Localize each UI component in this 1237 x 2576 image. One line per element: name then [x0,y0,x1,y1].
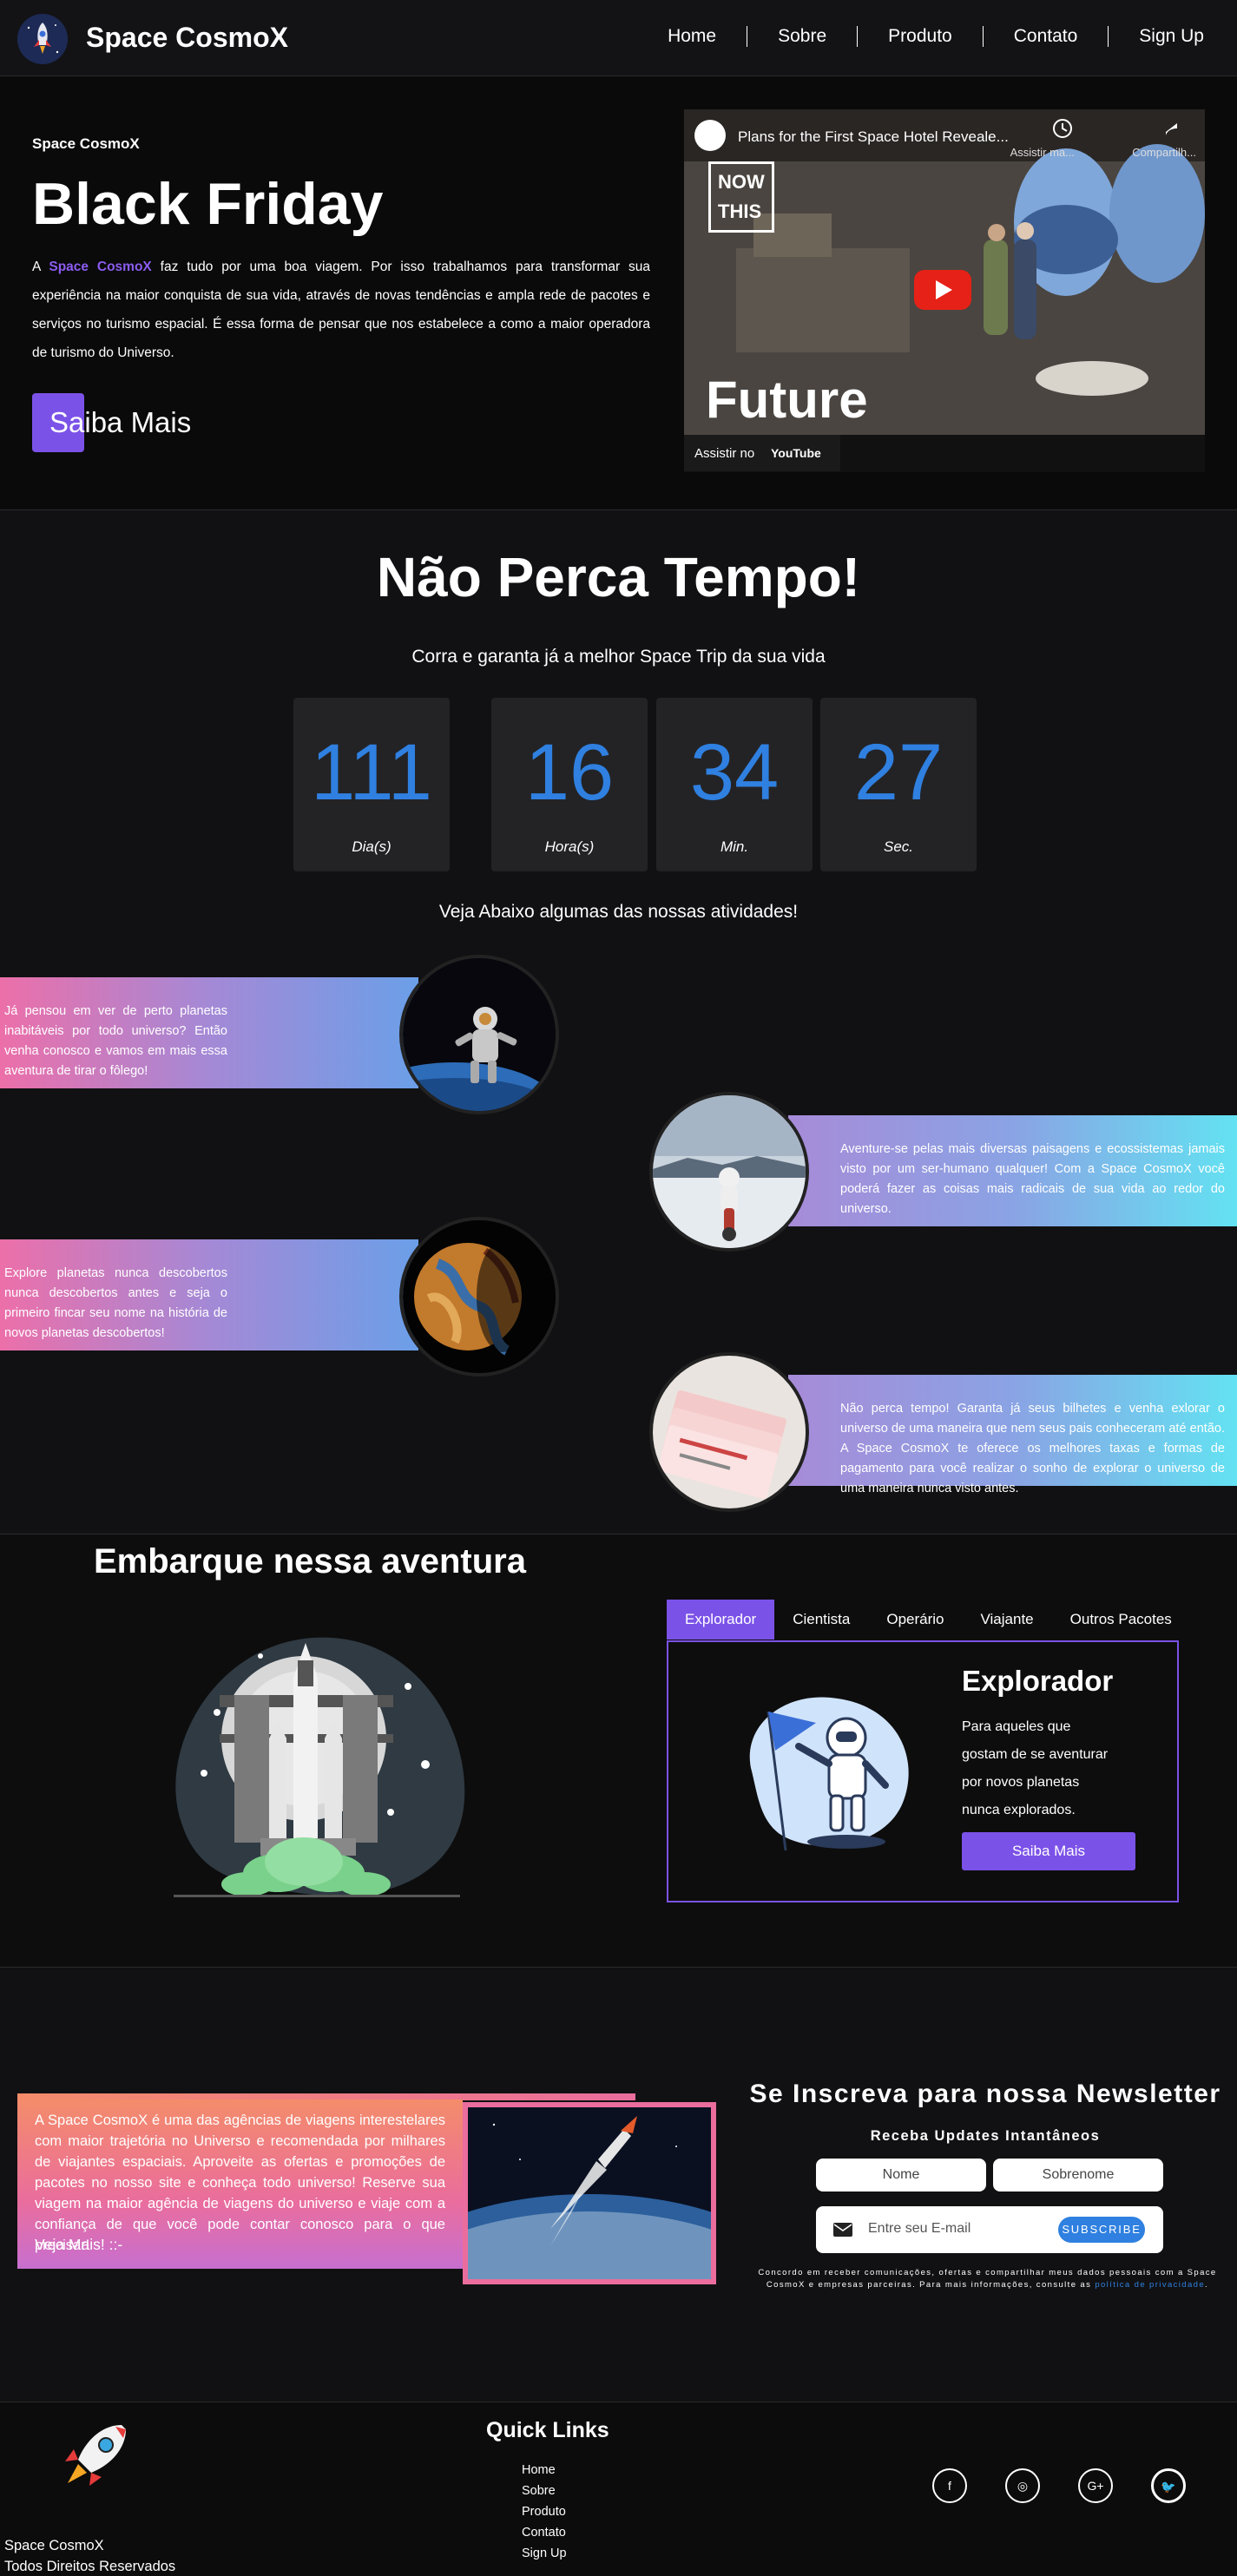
counter-hours: 16 Hora(s) [491,698,648,871]
newsletter-subtitle: Receba Updates Intantâneos [870,2128,1101,2144]
channel-logo-line1: NOW [718,171,765,193]
video-title[interactable]: Plans for the First Space Hotel Reveale.… [738,128,1009,146]
activity-card-planets: Já pensou em ver de perto planetas inabi… [0,977,418,1088]
counter-days-label: Dia(s) [352,838,391,855]
counter-days: 111 Dia(s) [293,698,450,871]
hero-description: A Space CosmoX faz tudo por uma boa viag… [32,253,650,367]
footer-brand-name: Space CosmoX [4,2538,104,2553]
nav-link-signup[interactable]: Sign Up [1109,26,1220,47]
youtube-video-embed[interactable]: NOW THIS Plans for the First Space Hotel … [684,109,1205,472]
channel-logo-line2: THIS [718,200,762,222]
hero-text-brand: Space CosmoX [49,260,152,274]
nav-links: Home Sobre Produto Contato Sign Up [637,26,1220,47]
saiba-mais-button-label[interactable]: Saiba Mais [49,406,191,439]
tab-panel-explorador: Explorador Para aqueles que gostam de se… [667,1640,1179,1902]
footer-link-produto[interactable]: Produto [522,2501,567,2522]
tab-viajante[interactable]: Viajante [963,1600,1052,1640]
astronaut-flag-illustration [749,1697,909,1851]
youtube-logo-icon: YouTube [771,446,821,460]
video-overlay-text: Future [706,371,868,429]
counter-hours-label: Hora(s) [544,838,595,855]
astronaut-space-image [399,955,559,1114]
first-name-input[interactable]: Nome [816,2159,986,2192]
privacy-policy-link[interactable]: política de privacidade [1095,2280,1205,2290]
activities-intro: Veja Abaixo algumas das nossas atividade… [438,902,799,922]
legal-text-end: . [1205,2280,1209,2290]
footer-link-signup[interactable]: Sign Up [522,2543,567,2564]
moon-rider-image [649,1092,809,1252]
traveler-type-tabs: Explorador Cientista Operário Viajante O… [667,1600,1190,1640]
watch-on-youtube-button[interactable]: Assistir no YouTube [684,435,840,471]
share-label[interactable]: Compartilh... [1132,146,1196,159]
hero-text-body: faz tudo por uma boa viagem. Por isso tr… [32,260,650,360]
activity-text-tickets: Não perca tempo! Garanta já seus bilhete… [840,1402,1225,1495]
footer: Space CosmoX Todos Direitos Reservados Q… [0,2402,1237,2576]
brand-name[interactable]: Space CosmoX [86,22,288,54]
nav-link-produto[interactable]: Produto [858,26,984,47]
hero-text-prefix: A [32,260,49,274]
activity-card-discover: Explore planetas nunca descobertos nunca… [0,1239,418,1350]
countdown-subtitle: Corra e garanta já a melhor Space Trip d… [411,647,826,667]
subscribe-button[interactable]: SUBSCRIBE [1058,2217,1145,2243]
instagram-icon[interactable]: ◎ [1005,2468,1040,2503]
google-plus-icon[interactable]: G+ [1078,2468,1113,2503]
tickets-image [649,1352,809,1512]
counter-hours-value: 16 [524,728,615,817]
tab-outros-pacotes[interactable]: Outros Pacotes [1052,1600,1190,1640]
adventure-section: Embarque nessa aventura Explorador Cient… [0,1534,1237,1968]
newsletter-title: Se Inscreva para nossa Newsletter [749,2080,1221,2108]
facebook-icon[interactable]: f [932,2468,967,2503]
planet-image [399,1217,559,1377]
activity-card-tickets: Não perca tempo! Garanta já seus bilhete… [788,1375,1237,1495]
hero-section: Space CosmoX Black Friday A Space CosmoX… [0,76,1237,510]
activity-text-discover: Explore planetas nunca descobertos nunca… [4,1266,227,1340]
counter-minutes-label: Min. [720,838,749,855]
hero-title: Black Friday [32,171,384,237]
envelope-icon [833,2223,852,2237]
footer-link-sobre[interactable]: Sobre [522,2481,567,2501]
counter-seconds-label: Sec. [883,838,914,855]
hero-kicker: Space CosmoX [32,135,140,152]
panel-saiba-mais-button[interactable]: Saiba Mais [962,1832,1135,1870]
quick-links-list: Home Sobre Produto Contato Sign Up [522,2460,567,2564]
nav-link-home[interactable]: Home [637,26,748,47]
activity-text-planets: Já pensou em ver de perto planetas inabi… [4,1004,227,1078]
email-input[interactable]: Entre seu E-mail [868,2221,971,2237]
panel-title: Explorador [962,1665,1114,1697]
countdown-title: Não Perca Tempo! [376,546,861,608]
watch-later-label[interactable]: Assistir ma... [1010,146,1075,159]
adventure-title: Embarque nessa aventura [94,1542,526,1580]
footer-link-contato[interactable]: Contato [522,2522,567,2543]
watch-on-label: Assistir no [694,446,755,461]
activity-card-landscapes: Aventure-se pelas mais diversas paisagen… [788,1115,1237,1226]
navbar: Space CosmoX Home Sobre Produto Contato … [0,0,1237,76]
nav-link-contato[interactable]: Contato [984,26,1109,47]
tab-cientista[interactable]: Cientista [774,1600,868,1640]
counter-seconds-value: 27 [853,728,944,817]
nav-link-sobre[interactable]: Sobre [747,26,859,47]
newsletter-legal-text: Concordo em receber comunicações, oferta… [742,2267,1233,2291]
shuttle-launch-image [463,2102,716,2284]
counter-days-value: 111 [311,728,432,817]
rocket-launch-illustration [174,1637,465,1897]
email-input-group: Entre seu E-mail SUBSCRIBE [816,2206,1163,2253]
tab-operario[interactable]: Operário [868,1600,962,1640]
footer-link-home[interactable]: Home [522,2460,567,2481]
veja-mais-link[interactable]: Veja Mais! ::- [35,2236,122,2254]
panel-description: Para aqueles que gostam de se aventurar … [962,1719,1109,1817]
activity-text-landscapes: Aventure-se pelas mais diversas paisagen… [840,1142,1225,1216]
quick-links-title: Quick Links [486,2418,609,2442]
last-name-input[interactable]: Sobrenome [993,2159,1163,2192]
counter-minutes-value: 34 [689,728,780,817]
about-text: A Space CosmoX é uma das agências de via… [35,2113,445,2253]
tab-explorador[interactable]: Explorador [667,1600,775,1640]
twitter-icon[interactable]: 🐦 [1151,2468,1186,2503]
rocket-logo-icon[interactable] [17,14,68,64]
footer-brand: Space CosmoX Todos Direitos Reservados [4,2535,175,2576]
counter-seconds: 27 Sec. [820,698,977,871]
footer-rights: Todos Direitos Reservados [4,2559,176,2574]
channel-logo: NOW THIS [708,161,774,233]
counter-minutes: 34 Min. [656,698,813,871]
rocket-icon [65,2425,126,2486]
